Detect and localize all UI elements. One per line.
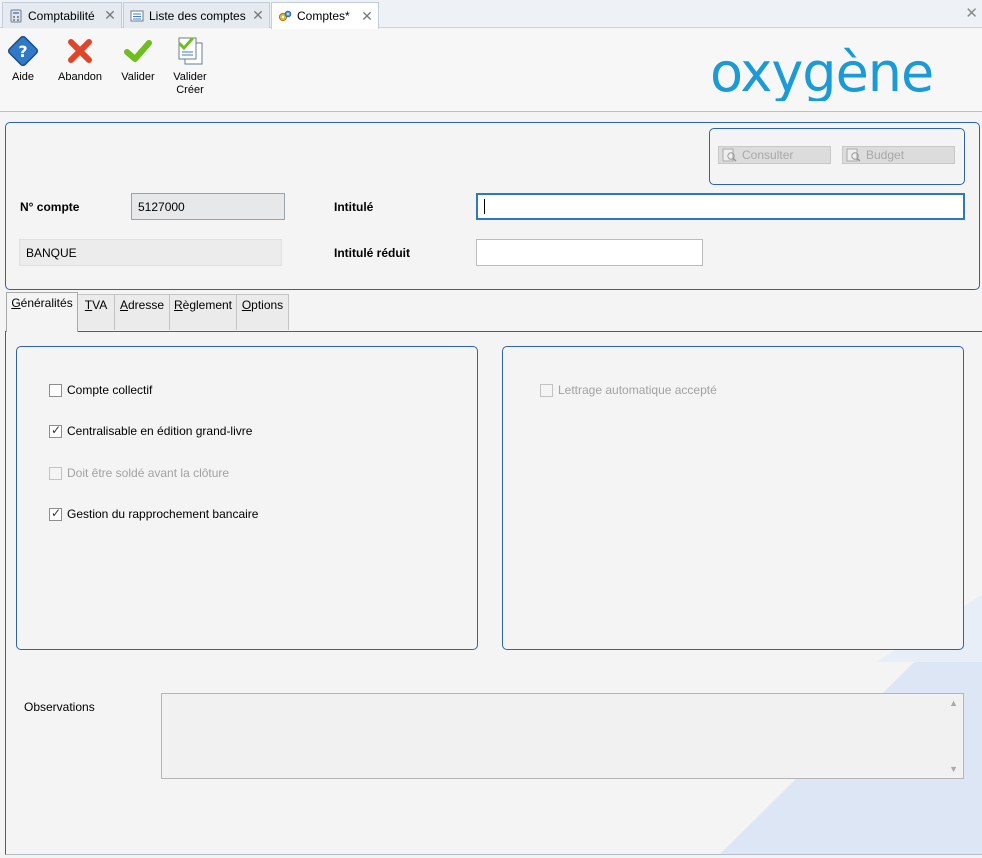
tab-label: Comptes* [297,9,350,23]
scroll-down-icon[interactable]: ▼ [949,764,958,774]
abandon-button[interactable]: Abandon [58,34,102,84]
valider-creer-label-2: Créer [176,84,204,96]
check-icon [124,40,152,62]
tab-tva[interactable]: TVA [77,294,115,330]
intitule-label: Intitulé [334,200,374,214]
tab-label: Liste des comptes [149,8,246,23]
valider-creer-button[interactable]: Valider Créer [170,34,210,97]
intitule-reduit-input[interactable] [476,239,703,266]
solde-avant-cloture-label: Doit être soldé avant la clôture [67,466,230,480]
calculator-icon [10,9,22,22]
help-icon: ? [7,35,39,67]
valider-creer-label-1: Valider [173,71,207,83]
abandon-label: Abandon [58,71,103,83]
num-compte-label: N° compte [20,200,80,214]
num-compte-value: 5127000 [138,199,185,214]
rapprochement-bancaire-label: Gestion du rapprochement bancaire [67,507,259,521]
lettrage-automatique-label: Lettrage automatique accepté [558,383,717,397]
account-type-value: BANQUE [26,245,77,260]
svg-text:?: ? [18,42,27,61]
tab-options-label: Options [241,298,284,312]
valider-button[interactable]: Valider [118,34,158,84]
observations-label: Observations [24,700,95,714]
valider-label: Valider [121,71,155,83]
rapprochement-bancaire-checkbox[interactable]: Gestion du rapprochement bancaire [49,506,259,521]
tab-options[interactable]: Options [236,294,289,330]
tab-generalites-label: Généralités [11,296,73,310]
tab-generalites[interactable]: Généralités [6,292,78,332]
consulter-button[interactable]: Consulter [718,146,831,164]
compte-collectif-checkbox[interactable]: Compte collectif [49,383,152,397]
tab-label: Comptabilité [28,8,95,23]
checkbox-box-disabled [540,383,553,397]
observations-textarea[interactable]: ▲ ▼ [161,693,964,779]
num-compte-field[interactable]: 5127000 [131,193,285,220]
close-icon[interactable]: ✕ [250,7,266,24]
tab-comptabilite[interactable]: Comptabilité ✕ [2,2,122,28]
budget-button[interactable]: Budget [842,146,955,164]
tab-liste-des-comptes[interactable]: Liste des comptes ✕ [123,2,270,28]
gears-icon [278,10,292,22]
window-close-icon[interactable]: ✕ [965,4,978,22]
tab-tva-label: TVA [84,298,108,312]
lettrage-automatique-checkbox: Lettrage automatique accepté [540,383,717,397]
text-caret [484,199,485,214]
checkbox-box-checked[interactable] [49,506,62,521]
intitule-reduit-label: Intitulé réduit [334,246,410,260]
aide-label: Aide [11,71,35,83]
close-icon[interactable]: ✕ [359,8,375,25]
checkbox-box[interactable] [49,383,62,397]
list-icon [130,10,144,21]
compte-collectif-label: Compte collectif [67,383,153,397]
intitule-input[interactable] [476,193,965,220]
centralisable-label: Centralisable en édition grand-livre [67,424,253,438]
logo-text: oxygène [710,41,933,101]
centralisable-checkbox[interactable]: Centralisable en édition grand-livre [49,423,253,438]
oxygene-logo: oxygène [710,41,934,101]
tab-adresse-label: Adresse [119,298,165,312]
checkbox-box-checked[interactable] [49,423,62,438]
solde-avant-cloture-checkbox: Doit être soldé avant la clôture [49,466,229,480]
magnifier-icon [846,148,861,162]
tab-comptes[interactable]: Comptes* ✕ [271,2,379,29]
budget-label: Budget [866,148,905,162]
tab-reglement-label: Règlement [173,298,233,312]
account-type-field: BANQUE [19,239,282,266]
validate-create-icon [178,37,203,65]
magnifier-icon [722,148,737,162]
checkbox-box-disabled [49,466,62,480]
tab-adresse[interactable]: Adresse [114,294,170,330]
aide-button[interactable]: ? Aide [6,34,40,84]
scroll-up-icon[interactable]: ▲ [949,698,958,708]
close-icon[interactable]: ✕ [102,7,118,24]
tab-reglement[interactable]: Règlement [169,294,237,330]
cancel-x-icon [68,39,92,63]
consulter-label: Consulter [742,148,794,162]
